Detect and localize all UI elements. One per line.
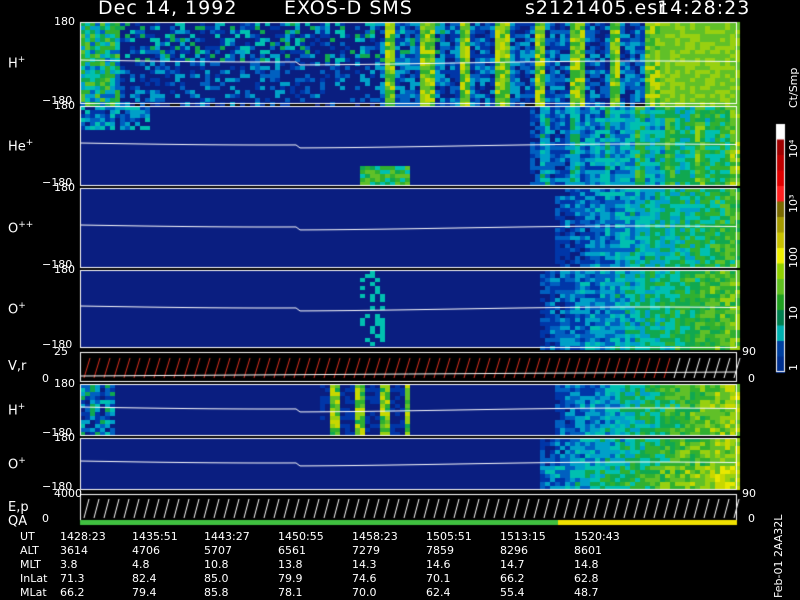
table-cell: 10.8 (204, 558, 229, 571)
ytick-top-hp2: 180 (54, 377, 75, 390)
table-cell: 70.0 (352, 586, 377, 599)
table-cell: 71.3 (60, 572, 85, 585)
table-cell: 3614 (60, 544, 88, 557)
ytick-top-opp: 180 (54, 181, 75, 194)
table-cell: 13.8 (278, 558, 303, 571)
table-row-label: InLat (20, 572, 48, 585)
table-cell: 1505:51 (426, 530, 472, 543)
table-cell: 8296 (500, 544, 528, 557)
colorbar-tick: 10 (787, 306, 800, 320)
colorbar-tick: 1 (787, 364, 800, 371)
ytick-bottom-vr: 0 (42, 372, 49, 385)
footer-stamp: Feb-01 2AA32L (772, 514, 785, 598)
table-cell: 85.8 (204, 586, 229, 599)
table-cell: 1458:23 (352, 530, 398, 543)
table-cell: 1428:23 (60, 530, 106, 543)
table-cell: 6561 (278, 544, 306, 557)
table-cell: 1513:15 (500, 530, 546, 543)
date-title: Dec 14, 1992 (98, 0, 238, 19)
table-cell: 62.8 (574, 572, 599, 585)
table-cell: 14.6 (426, 558, 451, 571)
table-cell: 4.8 (132, 558, 150, 571)
table-cell: 79.4 (132, 586, 157, 599)
panel-label-vr: V,r (8, 359, 27, 374)
file-name: s2121405.esr (525, 0, 667, 19)
colorbar-tick: 100 (787, 247, 800, 268)
ytick-top-hp1: 180 (54, 15, 75, 28)
table-cell: 79.9 (278, 572, 303, 585)
table-cell: 85.0 (204, 572, 229, 585)
table-cell: 1443:27 (204, 530, 250, 543)
table-cell: 1520:43 (574, 530, 620, 543)
table-cell: 5707 (204, 544, 232, 557)
table-cell: 78.1 (278, 586, 303, 599)
table-row-label: ALT (20, 544, 39, 557)
colorbar-tick: 10³ (787, 194, 800, 213)
ytick-top-op1: 180 (54, 263, 75, 276)
table-cell: 48.7 (574, 586, 599, 599)
panel-label-op2: O+ (8, 456, 26, 473)
table-cell: 82.4 (132, 572, 157, 585)
panel-label-ep: E,p (8, 500, 29, 515)
table-row-label: UT (20, 530, 35, 543)
table-row-label: MLat (20, 586, 47, 599)
table-cell: 62.4 (426, 586, 451, 599)
ytick-right-top-vr: 90 (742, 345, 756, 358)
ytick-right-bottom-ep: 0 (748, 512, 755, 525)
table-cell: 14.7 (500, 558, 525, 571)
table-cell: 55.4 (500, 586, 525, 599)
panel-label-opp: O++ (8, 220, 34, 237)
panel-label-hep: He+ (8, 138, 34, 155)
table-cell: 70.1 (426, 572, 451, 585)
table-cell: 7859 (426, 544, 454, 557)
table-cell: 14.3 (352, 558, 377, 571)
table-cell: 14.8 (574, 558, 599, 571)
instrument-title: EXOS-D SMS (284, 0, 413, 19)
ytick-right-top-ep: 90 (742, 487, 756, 500)
ytick-top-vr: 25 (54, 345, 68, 358)
table-cell: 8601 (574, 544, 602, 557)
ytick-right-bottom-vr: 0 (748, 372, 755, 385)
spectrogram-canvas (0, 0, 800, 600)
ytick-top-op2: 180 (54, 431, 75, 444)
table-cell: 66.2 (500, 572, 525, 585)
colorbar-tick: 10⁴ (787, 139, 800, 158)
panel-label-op1: O+ (8, 301, 26, 318)
header-time: 14:28:23 (657, 0, 751, 19)
ytick-top-ep: 4000 (54, 487, 82, 500)
table-row-label: MLT (20, 558, 41, 571)
table-cell: 74.6 (352, 572, 377, 585)
table-cell: 1450:55 (278, 530, 324, 543)
table-cell: 7279 (352, 544, 380, 557)
panel-label2-ep: QA (8, 514, 28, 529)
table-cell: 4706 (132, 544, 160, 557)
ytick-bottom-ep: 0 (42, 512, 49, 525)
table-cell: 66.2 (60, 586, 85, 599)
table-cell: 3.8 (60, 558, 78, 571)
panel-label-hp2: H+ (8, 402, 26, 419)
ytick-top-hep: 180 (54, 99, 75, 112)
table-cell: 1435:51 (132, 530, 178, 543)
colorbar-unit: Ct/Smp (787, 67, 800, 108)
panel-label-hp1: H+ (8, 55, 26, 72)
